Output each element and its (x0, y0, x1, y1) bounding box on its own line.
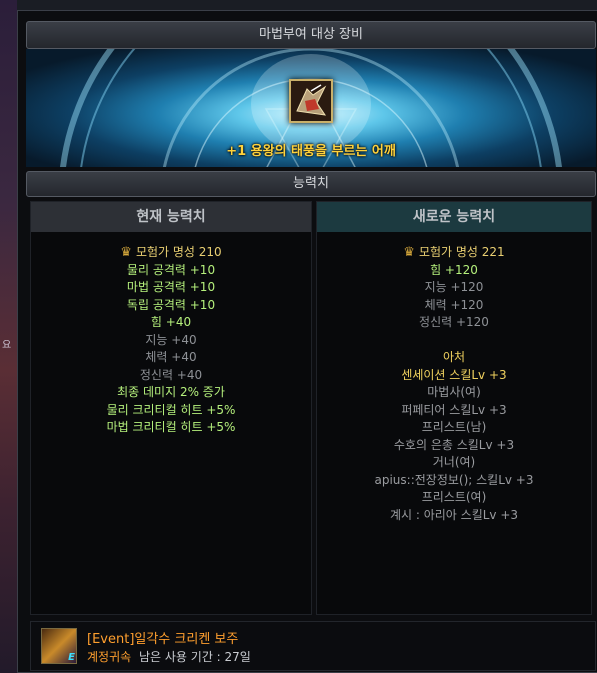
crown-icon: ♛ (403, 245, 415, 260)
equipment-slot[interactable] (289, 79, 333, 123)
stat-line: 물리 크리티컬 히트 +5% (106, 402, 236, 417)
stat-line: 독립 공격력 +10 (126, 297, 216, 312)
game-background: 요 (0, 0, 17, 673)
stat-line: 지능 +40 (145, 332, 197, 347)
stat-line: 물리 공격력 +10 (126, 262, 216, 277)
event-badge: E (68, 652, 75, 663)
skill-line: 퍼페티어 스킬Lv +3 (401, 402, 507, 417)
skill-line: 마법사(여) (427, 385, 481, 399)
stat-line: 정신력 +120 (419, 315, 489, 329)
background-text: 요 (2, 340, 12, 351)
skill-line: 수호의 은총 스킬Lv +3 (393, 437, 515, 452)
stat-line: 마법 공격력 +10 (126, 280, 216, 294)
remaining-period: 남은 사용 기간 : 27일 (139, 650, 251, 664)
enchant-item-info: E [Event]일각수 크리켄 보주 계정귀속 남은 사용 기간 : 27일 (30, 621, 596, 671)
current-stats-panel: 현재 능력치 ♛ 모험가 명성 210 물리 공격력 +10 마법 공격력 +10… (30, 201, 312, 615)
stat-line: 힘 +120 (430, 262, 478, 277)
new-fame: ♛ 모험가 명성 221 (317, 244, 591, 262)
crown-icon: ♛ (120, 245, 132, 260)
skill-line: 프리스트(여) (421, 490, 487, 504)
new-stats-list: ♛ 모험가 명성 221 힘 +120 지능 +120 체력 +120 정신력 +… (317, 244, 591, 524)
stat-line: 최종 데미지 2% 증가 (117, 385, 225, 399)
shoulder-armor-icon (291, 81, 331, 121)
skill-line: 거너(여) (432, 455, 476, 469)
stats-section-title: 능력치 (26, 171, 596, 197)
stat-line: 마법 크리티컬 히트 +5% (106, 420, 236, 434)
current-fame: ♛ 모험가 명성 210 (31, 244, 311, 262)
set-name: 아처 (442, 350, 466, 364)
spacer (317, 332, 591, 350)
equipment-name: +1 용왕의 태풍을 부르는 어깨 (226, 144, 396, 159)
window-title: 마법부여 대상 장비 (26, 21, 596, 49)
stat-line: 체력 +40 (145, 350, 197, 364)
stat-line: 힘 +40 (150, 315, 192, 329)
skill-line: 프리스트(남) (421, 420, 487, 434)
current-stats-header: 현재 능력치 (31, 202, 311, 232)
enchant-item-details: 계정귀속 남은 사용 기간 : 27일 (87, 648, 251, 665)
stat-line: 정신력 +40 (139, 367, 203, 382)
new-stats-header: 새로운 능력치 (317, 202, 591, 232)
bind-type: 계정귀속 (87, 650, 132, 664)
new-stats-panel: 새로운 능력치 ♛ 모험가 명성 221 힘 +120 지능 +120 체력 +1… (316, 201, 592, 615)
enchant-window: 마법부여 대상 장비 +1 용왕의 태풍을 부르는 어깨 능력치 현재 능력치 … (17, 10, 597, 673)
current-fame-text: 모험가 명성 210 (135, 245, 222, 259)
stat-line: 체력 +120 (424, 297, 484, 312)
current-stats-list: ♛ 모험가 명성 210 물리 공격력 +10 마법 공격력 +10 독립 공격력… (31, 244, 311, 437)
orb-icon[interactable]: E (41, 628, 77, 664)
enchant-item-name: [Event]일각수 크리켄 보주 (87, 632, 239, 647)
new-fame-text: 모험가 명성 221 (418, 245, 505, 259)
skill-line: 계시 : 아리아 스킬Lv +3 (389, 507, 519, 522)
skill-line: 센세이션 스킬Lv +3 (401, 367, 507, 382)
equipment-banner: +1 용왕의 태풍을 부르는 어깨 (26, 49, 596, 167)
skill-line: apius::전장정보(); 스킬Lv +3 (374, 472, 534, 487)
stat-line: 지능 +120 (424, 280, 484, 294)
